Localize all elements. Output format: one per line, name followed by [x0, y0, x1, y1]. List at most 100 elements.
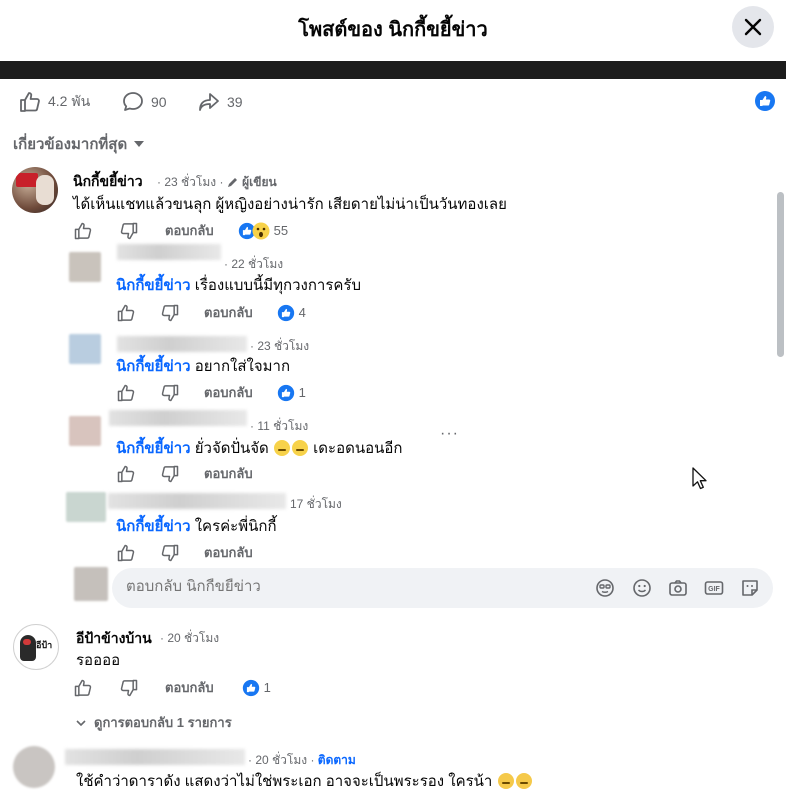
reply-button[interactable]: ตอบกลับ	[204, 463, 253, 484]
camera-icon[interactable]	[668, 578, 688, 598]
dislike-button[interactable]	[160, 303, 180, 323]
avatar-sticker-icon[interactable]	[740, 578, 760, 598]
comment-icon	[123, 92, 143, 111]
comment-author-name[interactable]: อีป้าข้างบ้าน	[76, 628, 152, 650]
like-reaction-icon	[277, 304, 294, 321]
comment-text: ใช้คำว่าดาราดัง แสดงว่าไม่ใช่พระเอก อาจจ…	[76, 769, 533, 793]
comment-author-name[interactable]: นิกกี้ขยี้ข่าว	[73, 171, 143, 193]
mention-link[interactable]: นิกกี้ขยี้ข่าว	[116, 358, 191, 375]
like-button[interactable]	[116, 543, 136, 563]
like-button[interactable]	[116, 383, 136, 403]
comment-text: นิกกี้ขยี้ข่าว ยั่วจัดปั่นจัด เดะอดนอนอี…	[116, 436, 402, 460]
avatar[interactable]	[69, 252, 101, 282]
like-button[interactable]	[116, 464, 136, 484]
reaction-count-value: 55	[273, 223, 289, 238]
follow-button[interactable]: ติดตาม	[318, 753, 356, 767]
comment-actions: ตอบกลับ 4	[116, 302, 306, 323]
comment-actions: ตอบกลับ 1	[73, 677, 271, 698]
avatar[interactable]	[69, 334, 101, 364]
more-options-button[interactable]: ···	[440, 425, 459, 443]
post-stats: 4.2 พัน 90 39	[0, 84, 786, 118]
avatar[interactable]	[13, 746, 55, 788]
reaction-count[interactable]: 55	[238, 222, 288, 240]
reply-button[interactable]: ตอบกลับ	[204, 302, 253, 323]
view-replies-label: ดูการตอบกลับ 1 รายการ	[94, 715, 232, 730]
mention-link[interactable]: นิกกี้ขยี้ข่าว	[116, 518, 191, 535]
like-icon	[117, 304, 135, 321]
dislike-icon	[161, 465, 179, 482]
like-button[interactable]	[73, 678, 93, 698]
comment-time[interactable]: · 11 ชั่วโมง	[250, 417, 308, 436]
dislike-button[interactable]	[160, 464, 180, 484]
reaction-count[interactable]: 1	[242, 679, 271, 697]
comment-body: ใช้คำว่าดาราดัง แสดงว่าไม่ใช่พระเอก อาจจ…	[76, 773, 493, 790]
avatar[interactable]	[69, 416, 101, 446]
dislike-button[interactable]	[119, 221, 139, 241]
avatar[interactable]	[66, 492, 106, 522]
dislike-icon	[161, 544, 179, 561]
comment-time[interactable]: · 23 ชั่วโมง ·	[157, 175, 223, 189]
dislike-button[interactable]	[160, 543, 180, 563]
likes-stat[interactable]: 4.2 พัน	[18, 90, 90, 114]
shares-stat[interactable]: 39	[197, 90, 243, 114]
reaction-count-value: 1	[263, 680, 271, 695]
comment-body-after: เดะอดนอนอีก	[313, 440, 403, 457]
comments-stat[interactable]: 90	[121, 90, 167, 114]
redacted-name[interactable]	[109, 410, 247, 426]
reply-button[interactable]: ตอบกลับ	[204, 382, 253, 403]
mention-link[interactable]: นิกกี้ขยี้ข่าว	[116, 277, 191, 294]
redacted-name[interactable]	[108, 493, 286, 509]
view-replies-link[interactable]: ดูการตอบกลับ 1 รายการ	[76, 712, 232, 733]
comment-text: รออออ	[76, 652, 121, 669]
scrollbar-thumb[interactable]	[777, 192, 784, 357]
close-button[interactable]	[732, 6, 774, 48]
comment-text: ได้เห็นแชทแล้วขนลุก ผู้หญิงอย่างน่ารัก เ…	[73, 196, 507, 213]
dialog-title: โพสต์ของ นิกกี้ขยี้ข่าว	[298, 19, 488, 41]
dislike-icon	[120, 679, 138, 696]
reply-input[interactable]	[126, 578, 566, 595]
comment-body: เรื่องแบบนี้มีทุกวงการครับ	[194, 277, 361, 294]
reply-button[interactable]: ตอบกลับ	[165, 677, 214, 698]
dislike-icon	[120, 222, 138, 239]
comment-time[interactable]: · 22 ชั่วโมง	[224, 255, 283, 274]
gif-icon[interactable]: GIF	[704, 578, 724, 598]
reaction-count[interactable]: 4	[277, 304, 306, 322]
mention-link[interactable]: นิกกี้ขยี้ข่าว	[116, 440, 191, 457]
comment-sort-dropdown[interactable]: เกี่ยวข้องมากที่สุด	[13, 132, 145, 156]
reply-composer[interactable]: GIF	[112, 568, 773, 608]
avatar[interactable]: อีป้า	[13, 624, 59, 670]
reaction-count[interactable]: 1	[277, 384, 306, 402]
sticker-icon[interactable]	[595, 578, 615, 598]
reply-button[interactable]: ตอบกลับ	[204, 542, 253, 563]
comment-actions: ตอบกลับ	[116, 542, 253, 563]
comment-time[interactable]: · 20 ชั่วโมง	[160, 629, 219, 648]
comment-time[interactable]: · 20 ชั่วโมง ·	[248, 753, 314, 767]
comment-actions: ตอบกลับ 55	[73, 220, 288, 241]
like-reaction-badge[interactable]	[754, 90, 776, 117]
reply-button[interactable]: ตอบกลับ	[165, 220, 214, 241]
cursor-icon	[692, 467, 707, 490]
redacted-name[interactable]	[117, 244, 221, 260]
comment-actions: ตอบกลับ 1	[116, 382, 306, 403]
redacted-name[interactable]	[117, 336, 247, 352]
emoji-icon[interactable]	[632, 578, 652, 598]
like-button[interactable]	[73, 221, 93, 241]
close-icon	[744, 18, 762, 36]
like-icon	[74, 222, 92, 239]
comment-actions: ตอบกลับ	[116, 463, 253, 484]
dialog-header: โพสต์ของ นิกกี้ขยี้ข่าว	[0, 0, 786, 56]
like-button[interactable]	[116, 303, 136, 323]
redacted-name[interactable]	[65, 749, 245, 765]
share-icon	[199, 93, 219, 111]
dislike-button[interactable]	[119, 678, 139, 698]
like-icon	[755, 91, 775, 111]
comment-text: นิกกี้ขยี้ข่าว ใครค่ะพี่นิกกี้	[116, 514, 277, 538]
comments-count: 90	[151, 94, 167, 110]
comment-time[interactable]: 17 ชั่วโมง	[290, 495, 342, 514]
avatar[interactable]	[12, 167, 58, 213]
rolling-eyes-emoji-icon	[291, 440, 308, 456]
comment-body: ยั่วจัดปั่นจัด	[194, 440, 269, 457]
dislike-button[interactable]	[160, 383, 180, 403]
avatar-label: อีป้า	[36, 641, 53, 651]
comment-text: นิกกี้ขยี้ข่าว เรื่องแบบนี้มีทุกวงการครั…	[116, 273, 361, 297]
